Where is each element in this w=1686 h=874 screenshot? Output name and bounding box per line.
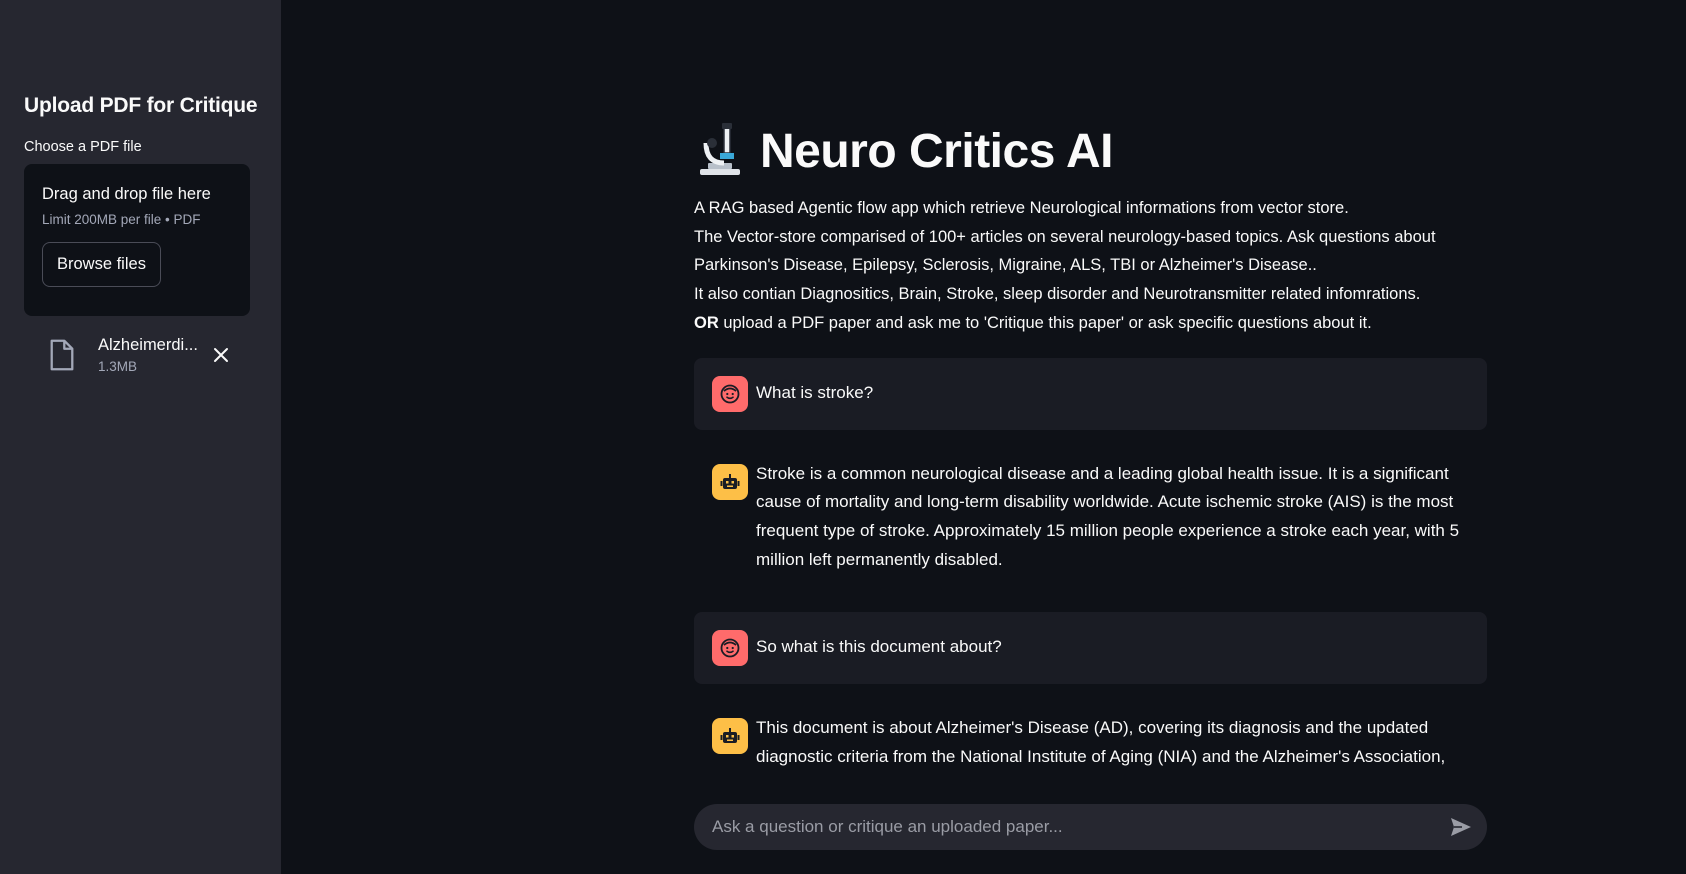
close-icon[interactable] [212,346,230,364]
page-title: Neuro Critics AI [760,124,1113,178]
user-face-icon [720,638,740,658]
intro-line-4: OR upload a PDF paper and ask me to 'Cri… [694,309,1487,338]
assistant-avatar [712,718,748,755]
app-root: Upload PDF for Critique Choose a PDF fil… [0,0,1686,874]
intro-or-bold: OR [694,313,719,332]
uploader-label: Choose a PDF file [24,139,142,155]
file-name: Alzheimerdi... [98,336,198,354]
intro-line-2: The Vector-store comparised of 100+ arti… [694,227,1436,275]
assistant-avatar [712,463,748,500]
intro-line-1: A RAG based Agentic flow app which retri… [694,199,1349,217]
message-text: What is stroke? [756,382,874,402]
chat-input[interactable] [712,817,1449,837]
send-icon[interactable] [1449,815,1473,839]
message-text: This document is about Alzheimer's Disea… [756,718,1446,767]
intro-line-3: It also contian Diagnositics, Brain, Str… [694,285,1421,304]
sidebar-title: Upload PDF for Critique [24,94,258,117]
message-text: Stroke is a common neurological disease … [756,463,1460,569]
user-face-icon [720,384,740,403]
chat-input-bar [694,804,1487,850]
intro-line-4-text: upload a PDF paper and ask me to 'Critiq… [718,313,1372,332]
intro-text: A RAG based Agentic flow app which retri… [694,194,1487,338]
file-meta: Alzheimerdi... 1.3MB [98,336,206,374]
chat-message-assistant: Stroke is a common neurological disease … [694,446,1487,593]
sidebar: Upload PDF for Critique Choose a PDF fil… [0,0,281,874]
user-avatar [712,630,748,667]
file-size: 1.3MB [98,359,138,374]
browse-files-button[interactable]: Browse files [42,242,161,287]
chat-message-assistant: This document is about Alzheimer's Disea… [694,700,1487,789]
robot-icon [720,473,740,489]
main-content: Neuro Critics AI A RAG based Agentic flo… [281,0,1686,874]
chat-message-user: What is stroke? [694,357,1487,430]
uploaded-file: Alzheimerdi... 1.3MB [24,330,257,380]
chat-message-user: So what is this document about? [694,612,1487,685]
message-text: So what is this document about? [756,637,1002,657]
chat-container: Neuro Critics AI A RAG based Agentic flo… [694,118,1487,790]
robot-icon [720,728,740,744]
dropzone-title: Drag and drop file here [42,185,211,203]
file-icon [50,339,74,371]
user-avatar [712,375,748,412]
microscope-icon [700,123,740,175]
dropzone-limit: Limit 200MB per file • PDF [42,212,201,227]
page-header: Neuro Critics AI [694,118,1487,184]
file-dropzone[interactable]: Drag and drop file here Limit 200MB per … [24,164,250,316]
